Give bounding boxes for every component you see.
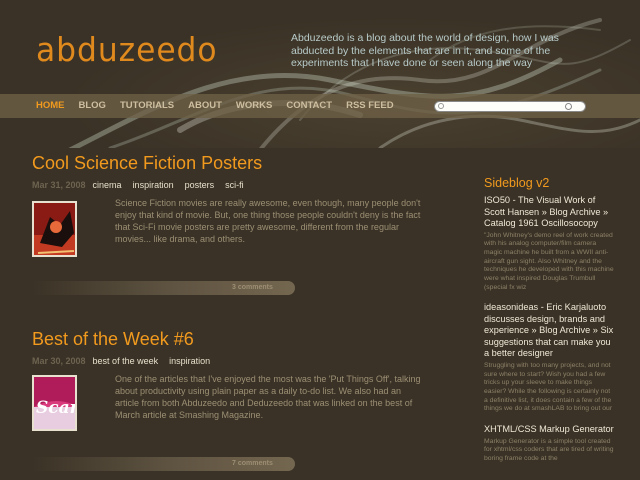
post-tag[interactable]: best of the week [93,356,159,366]
post-title[interactable]: Cool Science Fiction Posters [32,153,262,174]
site-logo[interactable]: abduzeedo [36,30,218,69]
post-tag[interactable]: cinema [93,180,122,190]
post-meta: Mar 31, 2008 cinema inspiration posters … [32,180,255,190]
post-title[interactable]: Best of the Week #6 [32,329,194,350]
search-button-icon[interactable] [565,103,572,110]
comments-link[interactable]: 7 comments [232,460,273,467]
sideblog-item-desc: Markup Generator is a simple tool create… [484,437,614,463]
sideblog-item: ideasonideas - Eric Karjaluoto discusses… [484,302,614,414]
swirl-decoration [68,18,640,148]
nav-rss-feed[interactable]: RSS FEED [346,100,394,111]
nav-about[interactable]: ABOUT [188,100,222,111]
sideblog-item: ISO50 - The Visual Work of Scott Hansen … [484,195,614,292]
post-thumbnail[interactable]: Scar [32,375,77,431]
sideblog: Sideblog v2 ISO50 - The Visual Work of S… [484,176,614,474]
comments-link[interactable]: 3 comments [232,284,273,291]
nav-contact[interactable]: CONTACT [286,100,332,111]
nav-works[interactable]: WORKS [236,100,272,111]
best-of-week-image: Scar [34,377,77,429]
nav-blog[interactable]: BLOG [79,100,106,111]
sideblog-item-title[interactable]: ISO50 - The Visual Work of Scott Hansen … [484,195,614,230]
post-tag[interactable]: sci-fi [225,180,244,190]
post-thumbnail[interactable] [32,201,77,257]
main-nav: HOME BLOG TUTORIALS ABOUT WORKS CONTACT … [36,100,408,111]
search-input[interactable] [434,101,586,112]
sideblog-item-desc: "John Whitney's demo reel of work create… [484,231,614,291]
post-tag[interactable]: posters [185,180,215,190]
comments-bar: 7 comments [32,457,295,471]
comments-bar: 3 comments [32,281,295,295]
sideblog-item-title[interactable]: XHTML/CSS Markup Generator [484,424,614,436]
sideblog-item-title[interactable]: ideasonideas - Eric Karjaluoto discusses… [484,302,614,360]
thumb-text: Scar [36,398,77,418]
nav-home[interactable]: HOME [36,100,65,111]
nav-tutorials[interactable]: TUTORIALS [120,100,174,111]
search-icon [438,103,444,109]
post-excerpt: One of the articles that I've enjoyed th… [115,374,421,420]
header: abduzeedo Abduzeedo is a blog about the … [0,0,640,148]
post-tag[interactable]: inspiration [169,356,210,366]
post-excerpt: Science Fiction movies are really awesom… [115,198,421,244]
sci-fi-poster-image [34,203,75,255]
sideblog-title: Sideblog v2 [484,176,550,190]
sideblog-item: XHTML/CSS Markup Generator Markup Genera… [484,424,614,464]
post-date: Mar 31, 2008 [32,180,86,190]
sideblog-item-desc: Struggling with too many projects, and n… [484,361,613,413]
post-tag[interactable]: inspiration [133,180,174,190]
post-date: Mar 30, 2008 [32,356,86,366]
post-meta: Mar 30, 2008 best of the week inspiratio… [32,356,221,366]
site-tagline: Abduzeedo is a blog about the world of d… [291,32,559,69]
